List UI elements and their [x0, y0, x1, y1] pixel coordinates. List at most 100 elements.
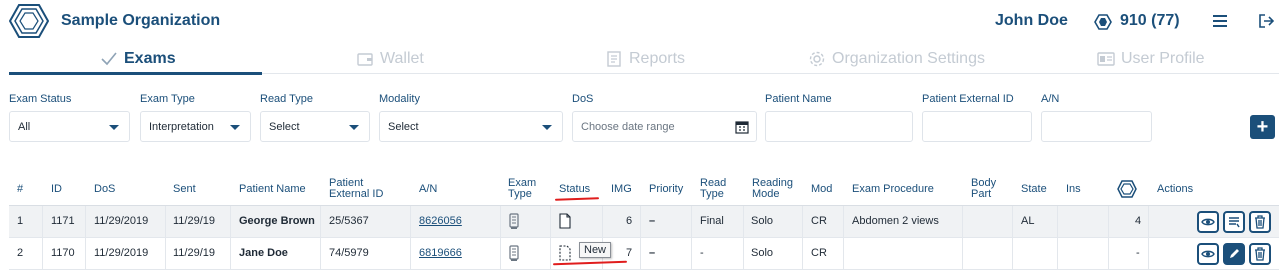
row-state: AL [1021, 215, 1035, 227]
row-mod: CR [811, 215, 827, 227]
read-type-select[interactable]: Select [260, 111, 370, 142]
col-header-status[interactable]: Status [559, 184, 590, 195]
row-sent: 11/29/19 [173, 247, 216, 259]
exam-status-select[interactable]: All [9, 111, 130, 142]
col-header-mod[interactable]: Mod [811, 184, 832, 195]
row-read-type: Final [700, 215, 724, 227]
credits-column-icon [1117, 180, 1137, 198]
logout-icon[interactable] [1258, 13, 1274, 29]
col-header-patient-name[interactable]: Patient Name [239, 184, 306, 195]
tab-user-profile[interactable]: User Profile [1097, 44, 1205, 74]
tab-label: Organization Settings [832, 50, 985, 67]
col-header-body-part-line2[interactable]: Part [971, 189, 991, 200]
col-header-priority[interactable]: Priority [649, 184, 683, 195]
row-num: 2 [17, 247, 24, 259]
row-num: 1 [17, 215, 24, 227]
col-header-sent[interactable]: Sent [173, 184, 196, 195]
col-header-ins[interactable]: Ins [1066, 184, 1081, 195]
col-header-num[interactable]: # [17, 184, 23, 195]
view-button[interactable] [1197, 211, 1219, 233]
status-tooltip: New [579, 242, 612, 258]
patient-external-id-input[interactable] [922, 111, 1032, 142]
tab-exams[interactable]: Exams [100, 44, 176, 74]
credits-icon [1094, 14, 1112, 30]
col-header-read-type-line2[interactable]: Type [700, 189, 724, 200]
chevron-down-icon [349, 125, 359, 130]
gear-icon [809, 51, 825, 67]
chevron-down-icon [230, 125, 240, 130]
col-header-an[interactable]: A/N [419, 184, 437, 195]
check-icon [101, 52, 117, 66]
row-id: 1170 [51, 247, 75, 259]
active-tab-indicator [9, 72, 262, 75]
report-button[interactable] [1223, 211, 1245, 233]
add-exam-button[interactable]: + [1250, 115, 1275, 139]
edit-button[interactable] [1223, 243, 1245, 265]
dos-label: DoS [572, 93, 594, 105]
tab-label: User Profile [1121, 50, 1205, 67]
read-type-value: Select [269, 120, 300, 133]
new-document-icon [559, 245, 571, 261]
patient-name-input[interactable] [765, 111, 913, 142]
col-header-exam-procedure[interactable]: Exam Procedure [852, 184, 934, 195]
row-dos: 11/29/2019 [94, 215, 149, 227]
row-an-link[interactable]: 8626056 [419, 215, 462, 227]
table-row[interactable]: 1 1171 11/29/2019 11/29/19 George Brown … [9, 206, 1279, 238]
patient-name-label: Patient Name [765, 93, 832, 105]
tab-reports[interactable]: Reports [605, 44, 685, 74]
col-header-dos[interactable]: DoS [94, 184, 115, 195]
col-header-reading-mode-line2[interactable]: Mode [752, 189, 780, 200]
row-reading-mode: Solo [751, 215, 774, 227]
hamburger-menu-icon[interactable] [1212, 14, 1228, 28]
row-credits: 4 [1135, 215, 1142, 227]
organization-name: Sample Organization [61, 12, 221, 29]
col-header-img[interactable]: IMG [611, 184, 632, 195]
exam-status-label: Exam Status [9, 93, 72, 105]
col-header-state[interactable]: State [1021, 184, 1047, 195]
patient-external-id-label: Patient External ID [922, 93, 1014, 105]
wallet-icon [357, 53, 373, 66]
col-header-patient-ext-line2[interactable]: External ID [329, 189, 383, 200]
col-header-id[interactable]: ID [51, 184, 62, 195]
trash-icon [1255, 215, 1265, 229]
tab-organization-settings[interactable]: Organization Settings [808, 44, 985, 74]
row-patient-name: George Brown [239, 215, 315, 227]
eye-icon [1201, 218, 1215, 226]
table-row[interactable]: 2 1170 11/29/2019 11/29/19 Jane Doe 74/5… [9, 238, 1279, 270]
modality-select[interactable]: Select [379, 111, 563, 142]
view-button[interactable] [1197, 243, 1219, 265]
dos-date-range-input[interactable]: Choose date range [572, 111, 757, 142]
row-patient-external-id: 74/5979 [329, 247, 369, 259]
row-id: 1171 [51, 215, 75, 227]
tab-label: Reports [629, 50, 686, 67]
user-name[interactable]: John Doe [995, 12, 1068, 30]
row-patient-external-id: 25/5367 [329, 215, 369, 227]
trash-icon [1255, 247, 1265, 261]
row-read-type: - [700, 247, 704, 259]
chevron-down-icon [109, 125, 119, 130]
row-reading-mode: Solo [751, 247, 774, 259]
document-icon [559, 213, 571, 229]
row-an-link[interactable]: 6819666 [419, 247, 462, 259]
col-header-actions: Actions [1157, 183, 1194, 195]
exam-type-icon [509, 245, 519, 261]
hexagon-logo-icon[interactable] [9, 3, 49, 39]
an-input[interactable] [1041, 111, 1152, 142]
row-img-count: 6 [626, 215, 633, 227]
delete-button[interactable] [1249, 243, 1271, 265]
main-tabs: Exams Wallet Reports Organization Settin… [9, 44, 1279, 75]
delete-button[interactable] [1249, 211, 1271, 233]
row-img-count: 7 [626, 247, 633, 259]
exam-type-label: Exam Type [140, 93, 195, 105]
modality-label: Modality [379, 93, 420, 105]
col-header-exam-type-line2[interactable]: Type [508, 189, 532, 200]
report-icon [607, 51, 621, 67]
annotation-underline [554, 197, 600, 201]
exam-status-value: All [18, 120, 31, 133]
calendar-icon[interactable] [735, 120, 749, 134]
tab-wallet[interactable]: Wallet [356, 44, 424, 74]
chevron-down-icon [542, 125, 552, 130]
row-dos: 11/29/2019 [94, 247, 149, 259]
exam-type-select[interactable]: Interpretation [140, 111, 251, 142]
exam-type-value: Interpretation [149, 120, 214, 133]
